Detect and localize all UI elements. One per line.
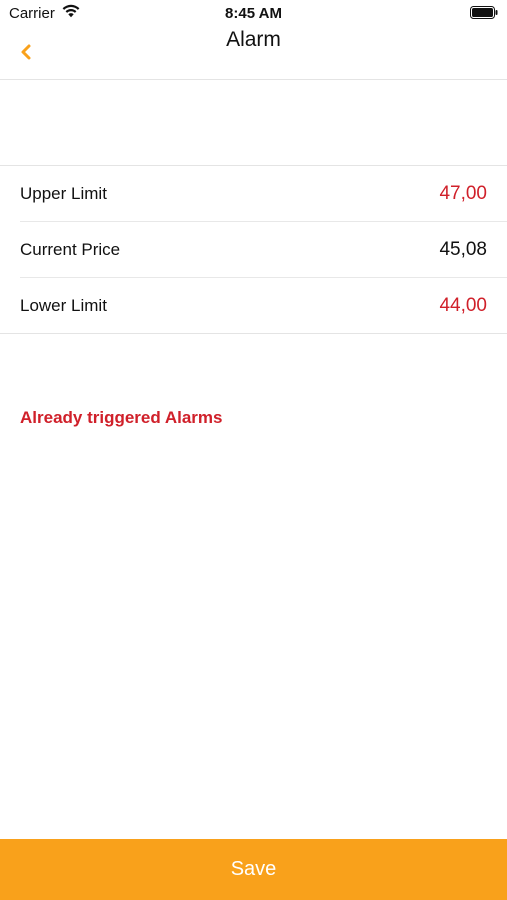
upper-limit-label: Upper Limit	[20, 184, 107, 203]
navigation-bar: Alarm	[0, 24, 507, 80]
current-price-label: Current Price	[20, 240, 121, 259]
alarm-screen: Carrier 8:45 AM Alarm Upper Limit 47,00 …	[0, 0, 507, 900]
limits-list: Upper Limit 47,00 Current Price 45,08 Lo…	[0, 165, 507, 334]
lower-limit-label: Lower Limit	[20, 296, 107, 315]
status-bar: Carrier 8:45 AM	[0, 0, 507, 24]
lower-limit-value: 44,00	[439, 295, 487, 316]
current-price-value: 45,08	[439, 239, 487, 260]
save-button[interactable]: Save	[0, 839, 507, 900]
page-title: Alarm	[226, 28, 281, 51]
current-price-row: Current Price 45,08	[20, 222, 507, 278]
status-time: 8:45 AM	[225, 5, 282, 22]
lower-limit-row[interactable]: Lower Limit 44,00	[20, 278, 507, 333]
upper-limit-row[interactable]: Upper Limit 47,00	[20, 166, 507, 222]
triggered-alarms-link[interactable]: Already triggered Alarms	[20, 408, 223, 428]
upper-limit-value: 47,00	[439, 183, 487, 204]
battery-icon	[470, 6, 498, 19]
